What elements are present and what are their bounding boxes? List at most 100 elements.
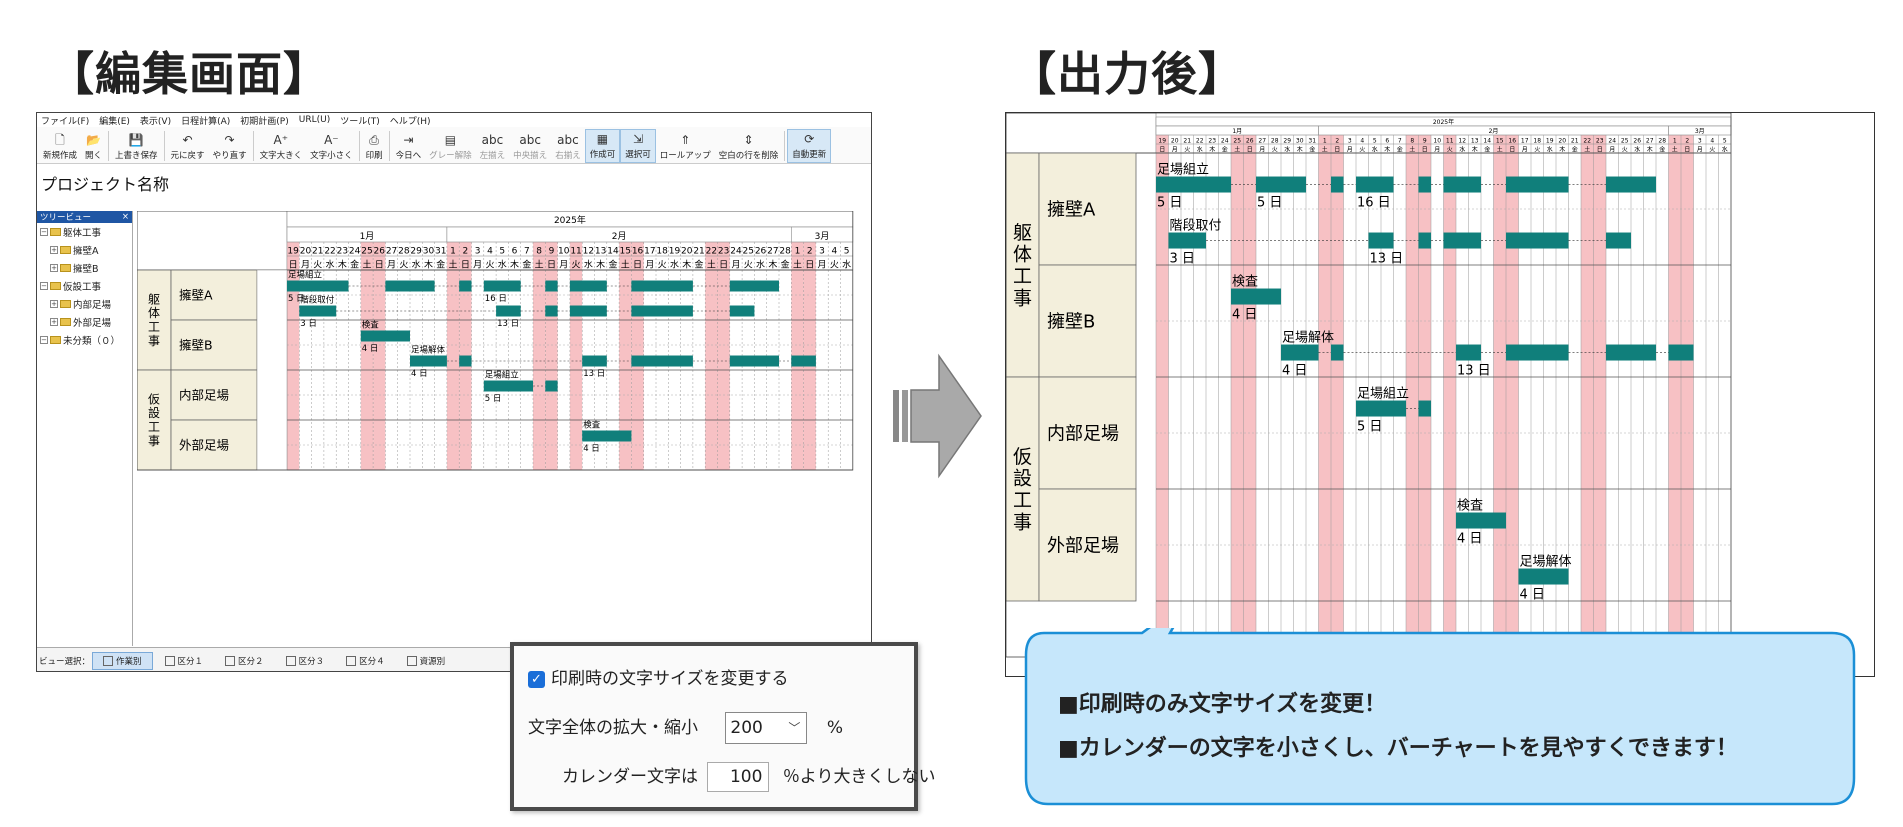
toolbar-button-3[interactable]: 💾 上書き保存 [111,129,162,163]
task-bar[interactable] [287,280,349,292]
task-bar[interactable] [1456,512,1506,529]
task-bar[interactable] [545,305,558,317]
task-bar[interactable] [1231,288,1281,305]
toolbar-button-17[interactable]: abc 右揃え [551,129,585,163]
task-bar[interactable] [729,305,755,317]
gantt-chart[interactable]: 2025年 1月 2月 3月 19 日 20 月 21 火 22 水 23 木 24 金 25 土 26 日 27 月 28… [137,211,871,646]
task-bar[interactable] [1356,400,1406,417]
tree-item-0[interactable]: − 躯体工事 [37,223,132,241]
task-bar[interactable] [545,380,558,392]
task-bar[interactable] [1606,232,1631,249]
task-bar[interactable] [729,355,779,367]
tree-close-icon[interactable]: × [122,212,129,222]
toolbar-button-6[interactable]: ↷ やり直す [209,129,251,163]
expand-toggle-icon[interactable]: + [50,318,58,326]
task-bar[interactable] [1506,344,1569,361]
toolbar-button-18[interactable]: ▦ 作成可 [584,129,621,163]
task-bar[interactable] [631,355,693,367]
toolbar-button-16[interactable]: abc 中央揃え [509,129,551,163]
expand-toggle-icon[interactable]: + [50,300,58,308]
tree-item-6[interactable]: − 未分類（０） [37,331,132,349]
toolbar-button-13[interactable]: ⇥ 今日へ [392,129,426,163]
scale-select[interactable]: 200 ﹀ [725,712,808,744]
task-bar[interactable] [569,280,607,292]
view-tab-3[interactable]: 区分３ [276,652,335,670]
expand-toggle-icon[interactable]: + [50,264,58,272]
task-bar[interactable] [1606,344,1656,361]
calendar-font-input[interactable]: 100 [707,762,770,792]
view-tab-4[interactable]: 区分４ [336,652,395,670]
expand-toggle-icon[interactable]: − [40,228,48,236]
view-tab-0[interactable]: 作業別 [92,651,153,670]
task-bar[interactable] [1168,232,1207,249]
toolbar-button-23[interactable]: ⟳ 自動更新 [787,129,832,163]
toolbar-button-9[interactable]: A⁻ 文字小さく [306,129,357,163]
font-size-checkbox-row[interactable]: ✓ 印刷時の文字サイズを変更する [528,664,789,689]
toolbar-button-0[interactable]: 🗋 新規作成 [39,129,81,163]
task-bar[interactable] [1443,176,1482,193]
task-bar[interactable] [459,280,472,292]
task-bar[interactable] [1668,344,1694,361]
tree-item-3[interactable]: − 仮設工事 [37,277,132,295]
task-bar[interactable] [1606,176,1656,193]
menu-item-1[interactable]: 編集(E) [99,114,130,127]
task-bar[interactable] [360,330,410,342]
task-bar[interactable] [1418,176,1432,193]
task-bar[interactable] [1518,568,1569,585]
toolbar-button-5[interactable]: ↶ 元に戻す [167,129,209,163]
task-bar[interactable] [791,355,816,367]
task-bar[interactable] [496,305,521,317]
task-bar[interactable] [1506,232,1569,249]
menu-item-6[interactable]: ツール(T) [340,114,380,127]
task-bar[interactable] [1331,176,1344,193]
task-bar[interactable] [1356,176,1394,193]
task-bar[interactable] [483,280,521,292]
expand-toggle-icon[interactable]: − [40,282,48,290]
task-bar[interactable] [1331,344,1344,361]
task-bar[interactable] [1418,400,1432,417]
task-bar[interactable] [1256,176,1306,193]
toolbar-button-21[interactable]: ⇕ 空白の行を削除 [715,129,783,163]
task-bar[interactable] [1506,176,1569,193]
task-bar[interactable] [1156,176,1231,193]
task-bar[interactable] [385,280,435,292]
view-tab-1[interactable]: 区分１ [155,652,214,670]
toolbar-button-20[interactable]: ⇑ ロールアップ [656,129,715,163]
task-bar[interactable] [545,280,558,292]
tree-item-1[interactable]: + 擁壁A [37,241,132,259]
task-bar[interactable] [1281,344,1319,361]
task-bar[interactable] [410,355,447,367]
toolbar-button-15[interactable]: abc 左揃え [476,129,510,163]
menu-item-0[interactable]: ファイル(F) [41,114,89,127]
task-bar[interactable] [459,355,472,367]
toolbar-button-14[interactable]: ▤ グレー解除 [425,129,476,163]
view-tab-2[interactable]: 区分２ [215,652,274,670]
toolbar-button-11[interactable]: ⎙ 印刷 [362,129,387,163]
menu-item-7[interactable]: ヘルプ(H) [390,114,431,127]
tree-item-5[interactable]: + 外部足場 [37,313,132,331]
toolbar-button-1[interactable]: 📂 開く [81,129,106,163]
checkbox-checked-icon[interactable]: ✓ [528,670,545,688]
task-bar[interactable] [483,380,533,392]
menu-item-5[interactable]: URL(U) [299,115,330,125]
task-bar[interactable] [1368,232,1394,249]
task-bar[interactable] [1456,344,1481,361]
tree-item-4[interactable]: + 内部足場 [37,295,132,313]
view-tab-5[interactable]: 資源別 [397,652,456,670]
menu-item-3[interactable]: 日程計算(A) [181,114,230,127]
task-bar[interactable] [299,305,337,317]
toolbar-button-19[interactable]: ⇲ 選択可 [620,129,656,163]
toolbar-button-8[interactable]: A⁺ 文字大きく [256,129,307,163]
expand-toggle-icon[interactable]: − [40,336,48,344]
task-bar[interactable] [729,280,779,292]
task-bar[interactable] [1443,232,1482,249]
task-bar[interactable] [582,355,607,367]
task-bar[interactable] [631,305,693,317]
task-bar[interactable] [631,280,693,292]
expand-toggle-icon[interactable]: + [50,246,58,254]
menu-item-2[interactable]: 表示(V) [140,114,171,127]
tree-item-2[interactable]: + 擁壁B [37,259,132,277]
task-bar[interactable] [1418,232,1432,249]
menu-item-4[interactable]: 初期計画(P) [240,114,288,127]
task-bar[interactable] [569,305,607,317]
